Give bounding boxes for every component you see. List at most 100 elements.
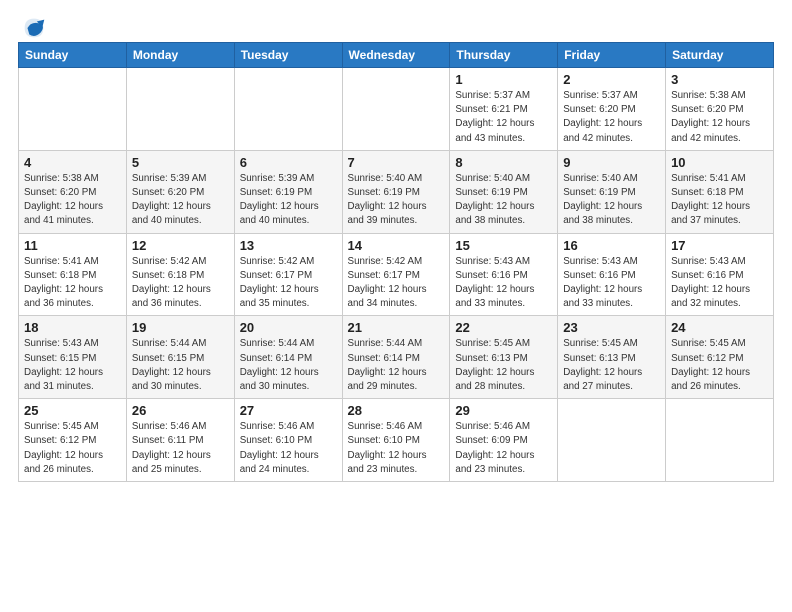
day-info: Sunrise: 5:43 AM Sunset: 6:15 PM Dayligh… — [24, 337, 121, 394]
calendar-cell: 11 Sunrise: 5:41 AM Sunset: 6:18 PM Dayli… — [19, 233, 127, 316]
day-number: 29 — [455, 403, 552, 418]
day-info: Sunrise: 5:46 AM Sunset: 6:11 PM Dayligh… — [132, 420, 229, 477]
day-number: 18 — [24, 320, 121, 335]
day-info: Sunrise: 5:42 AM Sunset: 6:17 PM Dayligh… — [348, 255, 445, 312]
calendar-cell: 13 Sunrise: 5:42 AM Sunset: 6:17 PM Dayli… — [234, 233, 342, 316]
calendar-cell: 5 Sunrise: 5:39 AM Sunset: 6:20 PM Daylig… — [126, 150, 234, 233]
calendar-cell: 4 Sunrise: 5:38 AM Sunset: 6:20 PM Daylig… — [19, 150, 127, 233]
day-number: 2 — [563, 72, 660, 87]
day-number: 15 — [455, 238, 552, 253]
day-info: Sunrise: 5:46 AM Sunset: 6:10 PM Dayligh… — [348, 420, 445, 477]
day-info: Sunrise: 5:46 AM Sunset: 6:09 PM Dayligh… — [455, 420, 552, 477]
day-number: 28 — [348, 403, 445, 418]
day-info: Sunrise: 5:40 AM Sunset: 6:19 PM Dayligh… — [563, 172, 660, 229]
day-info: Sunrise: 5:37 AM Sunset: 6:21 PM Dayligh… — [455, 89, 552, 146]
day-number: 9 — [563, 155, 660, 170]
calendar-cell: 17 Sunrise: 5:43 AM Sunset: 6:16 PM Dayli… — [666, 233, 774, 316]
calendar-cell: 29 Sunrise: 5:46 AM Sunset: 6:09 PM Dayli… — [450, 399, 558, 482]
weekday-header-sunday: Sunday — [19, 43, 127, 68]
weekday-header-friday: Friday — [558, 43, 666, 68]
day-number: 5 — [132, 155, 229, 170]
calendar-cell — [234, 68, 342, 151]
calendar-cell: 25 Sunrise: 5:45 AM Sunset: 6:12 PM Dayli… — [19, 399, 127, 482]
day-number: 13 — [240, 238, 337, 253]
day-info: Sunrise: 5:40 AM Sunset: 6:19 PM Dayligh… — [455, 172, 552, 229]
weekday-header-thursday: Thursday — [450, 43, 558, 68]
calendar-cell: 3 Sunrise: 5:38 AM Sunset: 6:20 PM Daylig… — [666, 68, 774, 151]
day-info: Sunrise: 5:42 AM Sunset: 6:18 PM Dayligh… — [132, 255, 229, 312]
day-number: 3 — [671, 72, 768, 87]
day-number: 14 — [348, 238, 445, 253]
day-info: Sunrise: 5:38 AM Sunset: 6:20 PM Dayligh… — [24, 172, 121, 229]
calendar-header-row: SundayMondayTuesdayWednesdayThursdayFrid… — [19, 43, 774, 68]
day-number: 21 — [348, 320, 445, 335]
day-info: Sunrise: 5:43 AM Sunset: 6:16 PM Dayligh… — [671, 255, 768, 312]
day-info: Sunrise: 5:38 AM Sunset: 6:20 PM Dayligh… — [671, 89, 768, 146]
day-info: Sunrise: 5:42 AM Sunset: 6:17 PM Dayligh… — [240, 255, 337, 312]
calendar-cell: 24 Sunrise: 5:45 AM Sunset: 6:12 PM Dayli… — [666, 316, 774, 399]
day-info: Sunrise: 5:45 AM Sunset: 6:13 PM Dayligh… — [563, 337, 660, 394]
calendar-cell: 19Sunrise: 5:44 AM Sunset: 6:15 PM Dayli… — [126, 316, 234, 399]
header — [18, 10, 774, 38]
day-number: 1 — [455, 72, 552, 87]
day-info: Sunrise: 5:45 AM Sunset: 6:12 PM Dayligh… — [671, 337, 768, 394]
weekday-header-monday: Monday — [126, 43, 234, 68]
day-number: 10 — [671, 155, 768, 170]
day-info: Sunrise: 5:46 AM Sunset: 6:10 PM Dayligh… — [240, 420, 337, 477]
day-number: 12 — [132, 238, 229, 253]
day-info: Sunrise: 5:44 AM Sunset: 6:14 PM Dayligh… — [240, 337, 337, 394]
calendar-cell: 15 Sunrise: 5:43 AM Sunset: 6:16 PM Dayli… — [450, 233, 558, 316]
day-number: 11 — [24, 238, 121, 253]
calendar-cell: 14 Sunrise: 5:42 AM Sunset: 6:17 PM Dayli… — [342, 233, 450, 316]
calendar-cell — [558, 399, 666, 482]
calendar-week-3: 11 Sunrise: 5:41 AM Sunset: 6:18 PM Dayli… — [19, 233, 774, 316]
calendar-week-5: 25 Sunrise: 5:45 AM Sunset: 6:12 PM Dayli… — [19, 399, 774, 482]
calendar-cell: 22 Sunrise: 5:45 AM Sunset: 6:13 PM Dayli… — [450, 316, 558, 399]
day-info: Sunrise: 5:41 AM Sunset: 6:18 PM Dayligh… — [671, 172, 768, 229]
day-info: Sunrise: 5:39 AM Sunset: 6:20 PM Dayligh… — [132, 172, 229, 229]
day-info: Sunrise: 5:37 AM Sunset: 6:20 PM Dayligh… — [563, 89, 660, 146]
calendar-cell: 27 Sunrise: 5:46 AM Sunset: 6:10 PM Dayli… — [234, 399, 342, 482]
day-number: 22 — [455, 320, 552, 335]
page: SundayMondayTuesdayWednesdayThursdayFrid… — [0, 0, 792, 492]
day-info: Sunrise: 5:40 AM Sunset: 6:19 PM Dayligh… — [348, 172, 445, 229]
day-number: 16 — [563, 238, 660, 253]
calendar-cell: 9 Sunrise: 5:40 AM Sunset: 6:19 PM Daylig… — [558, 150, 666, 233]
day-number: 24 — [671, 320, 768, 335]
day-number: 27 — [240, 403, 337, 418]
calendar-week-4: 18 Sunrise: 5:43 AM Sunset: 6:15 PM Dayli… — [19, 316, 774, 399]
calendar-cell — [19, 68, 127, 151]
day-info: Sunrise: 5:43 AM Sunset: 6:16 PM Dayligh… — [455, 255, 552, 312]
calendar-cell: 23 Sunrise: 5:45 AM Sunset: 6:13 PM Dayli… — [558, 316, 666, 399]
calendar-cell — [342, 68, 450, 151]
day-number: 17 — [671, 238, 768, 253]
day-number: 6 — [240, 155, 337, 170]
calendar-cell: 26Sunrise: 5:46 AM Sunset: 6:11 PM Dayli… — [126, 399, 234, 482]
weekday-header-wednesday: Wednesday — [342, 43, 450, 68]
day-info: Sunrise: 5:44 AM Sunset: 6:14 PM Dayligh… — [348, 337, 445, 394]
weekday-header-saturday: Saturday — [666, 43, 774, 68]
day-number: 19 — [132, 320, 229, 335]
day-number: 4 — [24, 155, 121, 170]
day-info: Sunrise: 5:45 AM Sunset: 6:12 PM Dayligh… — [24, 420, 121, 477]
day-info: Sunrise: 5:41 AM Sunset: 6:18 PM Dayligh… — [24, 255, 121, 312]
calendar-cell: 1 Sunrise: 5:37 AM Sunset: 6:21 PM Daylig… — [450, 68, 558, 151]
weekday-header-tuesday: Tuesday — [234, 43, 342, 68]
calendar-cell: 28 Sunrise: 5:46 AM Sunset: 6:10 PM Dayli… — [342, 399, 450, 482]
day-number: 20 — [240, 320, 337, 335]
calendar-cell: 21 Sunrise: 5:44 AM Sunset: 6:14 PM Dayli… — [342, 316, 450, 399]
logo-icon — [20, 14, 48, 42]
day-number: 25 — [24, 403, 121, 418]
logo — [18, 14, 48, 38]
calendar-cell: 8Sunrise: 5:40 AM Sunset: 6:19 PM Daylig… — [450, 150, 558, 233]
calendar-cell — [666, 399, 774, 482]
calendar-cell: 18 Sunrise: 5:43 AM Sunset: 6:15 PM Dayli… — [19, 316, 127, 399]
calendar-cell: 10 Sunrise: 5:41 AM Sunset: 6:18 PM Dayli… — [666, 150, 774, 233]
day-info: Sunrise: 5:45 AM Sunset: 6:13 PM Dayligh… — [455, 337, 552, 394]
day-number: 7 — [348, 155, 445, 170]
calendar-cell: 2 Sunrise: 5:37 AM Sunset: 6:20 PM Daylig… — [558, 68, 666, 151]
day-number: 23 — [563, 320, 660, 335]
day-info: Sunrise: 5:43 AM Sunset: 6:16 PM Dayligh… — [563, 255, 660, 312]
calendar-cell: 6Sunrise: 5:39 AM Sunset: 6:19 PM Daylig… — [234, 150, 342, 233]
calendar-week-2: 4 Sunrise: 5:38 AM Sunset: 6:20 PM Daylig… — [19, 150, 774, 233]
